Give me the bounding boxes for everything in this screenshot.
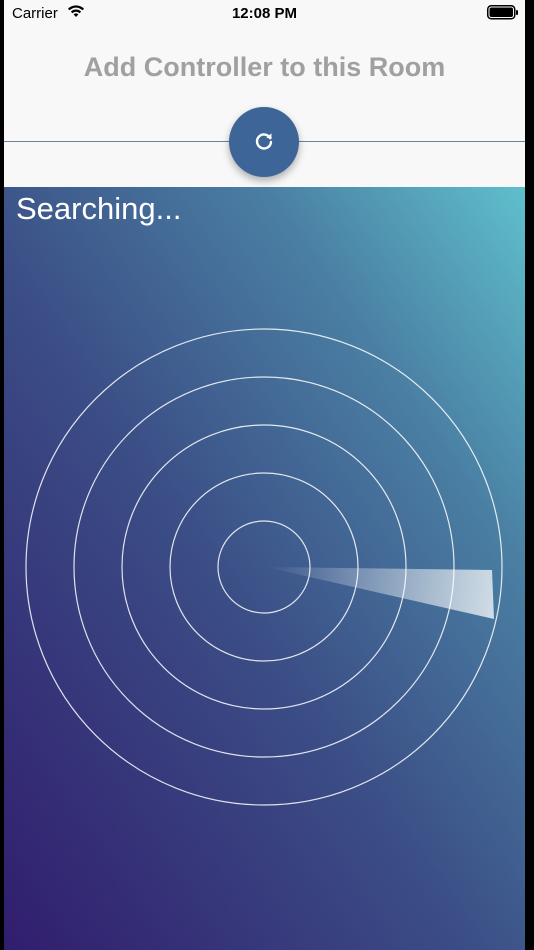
page-title: Add Controller to this Room — [83, 52, 446, 82]
searching-label: Searching... — [16, 191, 182, 226]
radar-area: Searching... — [4, 187, 525, 950]
radar-graphic — [25, 328, 503, 806]
status-time: 12:08 PM — [231, 5, 298, 22]
refresh-button[interactable] — [229, 107, 299, 177]
refresh-icon — [255, 133, 273, 150]
app-screen: Carrier 12:08 PM Add Controller to this … — [4, 0, 525, 950]
battery-icon — [487, 5, 518, 20]
radar-ring — [73, 376, 455, 758]
radar-ring — [25, 328, 503, 806]
radar-ring — [169, 472, 359, 662]
status-bar: Carrier 12:08 PM — [4, 0, 525, 28]
radar-ring — [217, 520, 311, 614]
radar-ring — [121, 424, 407, 710]
radar-sweep — [266, 567, 494, 619]
